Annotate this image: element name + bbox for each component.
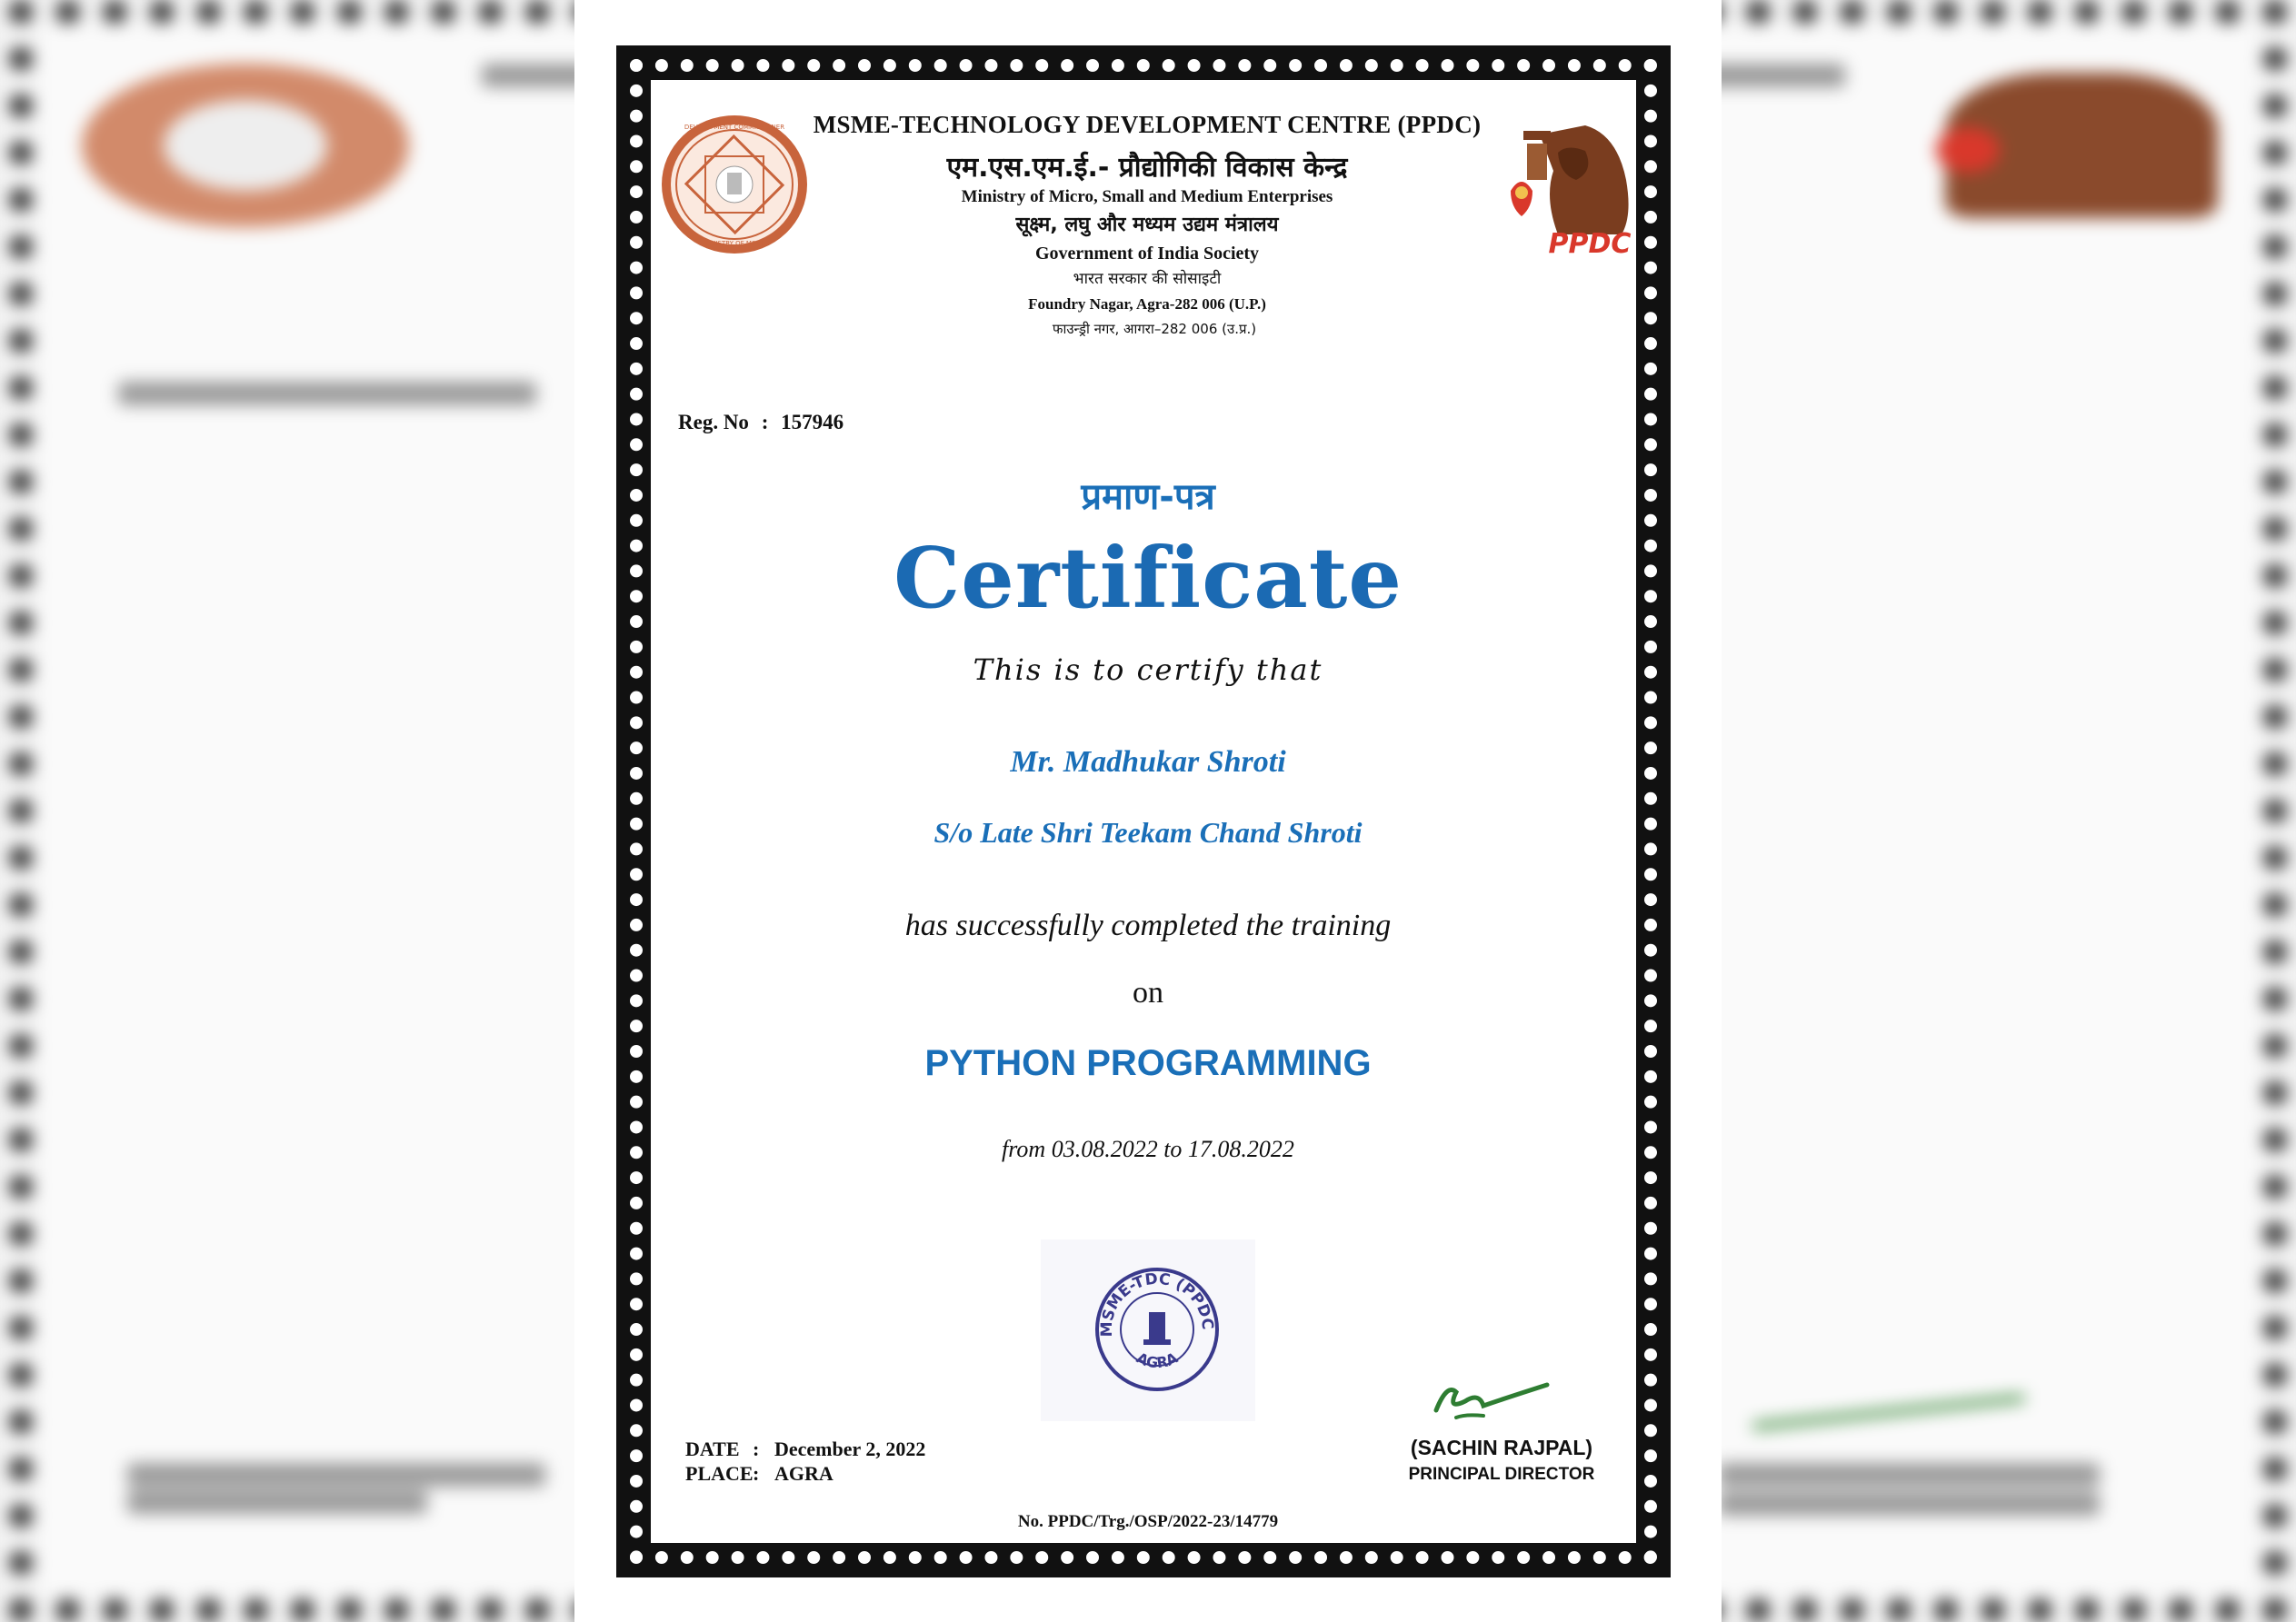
date-separator: : — [753, 1438, 760, 1460]
course-name: PYTHON PROGRAMMING — [924, 1043, 1372, 1083]
reg-label: Reg. No — [678, 411, 749, 433]
place-value: AGRA — [774, 1462, 834, 1485]
date-value: December 2, 2022 — [774, 1438, 926, 1460]
svg-text:PPDC: PPDC — [1549, 228, 1632, 260]
org-name-hindi: एम.एस.एम.ई.- प्रौद्योगिकी विकास केन्द्र — [946, 152, 1348, 184]
address-hindi: फाउन्ड्री नगर, आगरा–282 006 (उ.प्र.) — [1052, 321, 1257, 337]
certificate-title-hindi: प्रमाण-पत्र — [1081, 476, 1215, 518]
ministry-english: Ministry of Micro, Small and Medium Ente… — [961, 187, 1333, 206]
certificate-page: DEVELOPMENT COMMISSIONER MINISTRY OF MSM… — [574, 0, 1722, 1622]
svg-text:MINISTRY OF MSME: MINISTRY OF MSME — [704, 240, 765, 247]
svg-text:AGRA: AGRA — [1133, 1348, 1181, 1371]
training-period: from 03.08.2022 to 17.08.2022 — [1002, 1136, 1294, 1162]
svg-text:DEVELOPMENT COMMISSIONER: DEVELOPMENT COMMISSIONER — [684, 124, 784, 131]
recipient-name: Mr. Madhukar Shroti — [1010, 745, 1286, 779]
place-separator: : — [753, 1462, 760, 1485]
recipient-parent: S/o Late Shri Teekam Chand Shroti — [933, 816, 1363, 849]
place-row: PLACE: AGRA — [685, 1462, 834, 1486]
ministry-hindi: सूक्ष्म, लघु और मध्यम उद्यम मंत्रालय — [1015, 214, 1279, 236]
org-name-english: MSME-TECHNOLOGY DEVELOPMENT CENTRE (PPDC… — [813, 111, 1482, 138]
date-label: DATE — [685, 1438, 740, 1460]
reg-value: 157946 — [781, 411, 844, 433]
signatory-name: (SACHIN RAJPAL) — [1410, 1436, 1593, 1459]
society-english: Government of India Society — [1034, 244, 1260, 264]
place-label: PLACE — [685, 1462, 754, 1485]
certify-line: This is to certify that — [973, 652, 1323, 687]
ppdc-logo-icon: PPDC — [1511, 125, 1632, 260]
on-word: on — [1133, 976, 1163, 1010]
official-stamp-icon: MSME-TDC (PPDC) AGRA — [1093, 1265, 1219, 1391]
reg-separator: : — [761, 411, 769, 433]
completion-line: has successfully completed the training — [904, 909, 1392, 942]
signature-icon — [1433, 1382, 1550, 1419]
registration-number: Reg. No : 157946 — [678, 411, 851, 434]
address-english: Foundry Nagar, Agra-282 006 (U.P.) — [1028, 295, 1266, 313]
date-row: DATE: December 2, 2022 — [685, 1438, 925, 1461]
society-hindi: भारत सरकार की सोसाइटी — [1073, 270, 1222, 288]
signatory-title: PRINCIPAL DIRECTOR — [1408, 1465, 1595, 1484]
certificate-title: Certificate — [893, 529, 1403, 627]
reference-number: No. PPDC/Trg./OSP/2022-23/14779 — [1017, 1512, 1279, 1531]
